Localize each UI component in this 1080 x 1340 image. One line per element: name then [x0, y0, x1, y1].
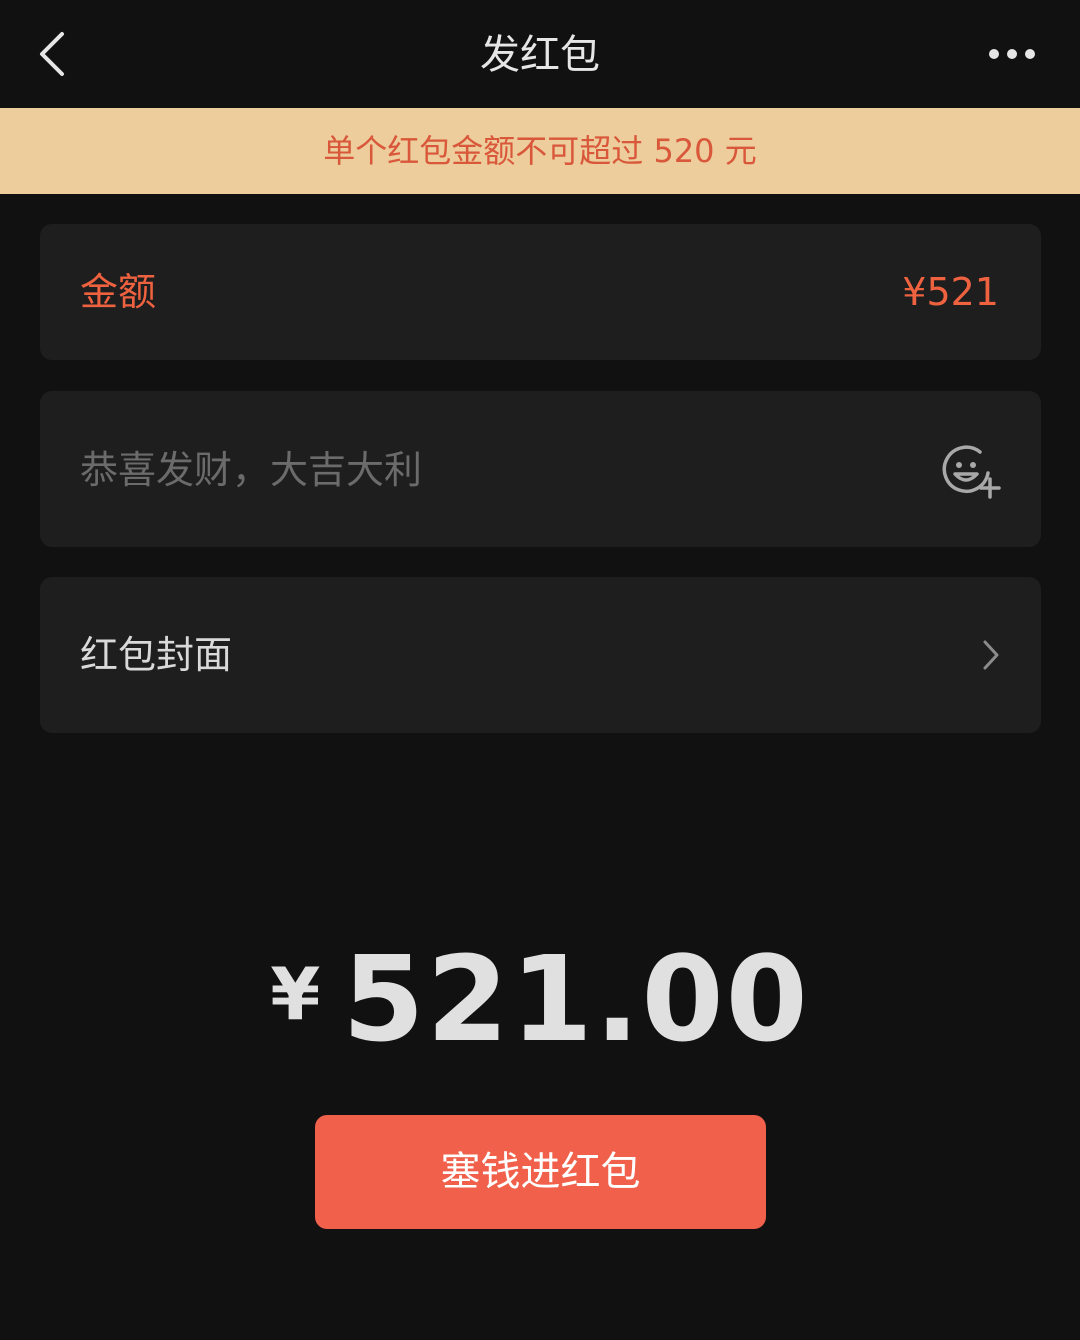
blessing-row [40, 391, 1041, 547]
amount-limit-notice: 单个红包金额不可超过 520 元 [0, 108, 1080, 194]
navigation-bar: 发红包 [0, 0, 1080, 108]
amount-field[interactable]: ¥521 [902, 269, 999, 315]
amount-row[interactable]: 金额 ¥521 [40, 224, 1041, 360]
emoji-add-icon [942, 445, 1001, 499]
page-title: 发红包 [480, 32, 600, 78]
total-amount: ¥521.00 [0, 930, 1080, 1068]
emoji-button[interactable] [942, 443, 1004, 501]
cover-label: 红包封面 [80, 633, 233, 677]
amount-label: 金额 [80, 270, 157, 314]
cover-row[interactable]: 红包封面 [40, 577, 1041, 733]
blessing-input[interactable] [80, 446, 900, 494]
chevron-right-icon [983, 640, 999, 670]
currency-sign: ¥ [270, 952, 321, 1036]
more-horizontal-icon [989, 49, 1035, 59]
more-button[interactable] [982, 38, 1042, 70]
send-red-packet-button[interactable]: 塞钱进红包 [315, 1115, 766, 1229]
red-packet-page: 发红包 单个红包金额不可超过 520 元 金额 ¥521 红 [0, 0, 1080, 1340]
total-value: 521.00 [342, 930, 810, 1068]
